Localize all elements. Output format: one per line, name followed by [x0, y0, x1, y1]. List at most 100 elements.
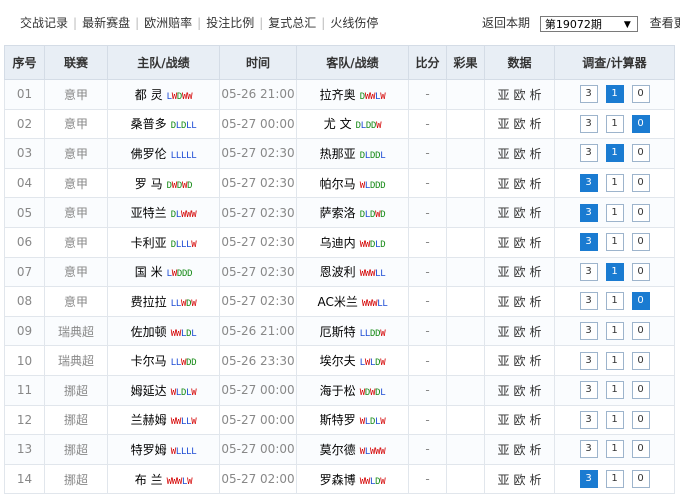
asian-odds-link[interactable]: 亚 — [497, 473, 509, 487]
analysis-link[interactable]: 析 — [530, 206, 542, 220]
away-team-name[interactable]: 埃尔夫 — [320, 354, 356, 368]
asian-odds-link[interactable]: 亚 — [497, 265, 509, 279]
pick-draw-button[interactable]: 1 — [605, 114, 624, 133]
home-team-name[interactable]: 姆延达 — [131, 384, 167, 398]
pick-win-button[interactable]: 3 — [579, 410, 598, 429]
pick-loss-button[interactable]: 0 — [631, 114, 650, 133]
away-team-name[interactable]: 尤 文 — [324, 117, 352, 131]
euro-odds-link[interactable]: 欧 — [513, 117, 525, 131]
away-team-name[interactable]: 帕尔马 — [320, 177, 356, 191]
away-team-name[interactable]: 海于松 — [320, 384, 356, 398]
pick-draw-button[interactable]: 1 — [605, 440, 624, 459]
pick-draw-button[interactable]: 1 — [605, 351, 624, 370]
away-team-name[interactable]: 莫尔德 — [320, 443, 356, 457]
pick-draw-button[interactable]: 1 — [605, 470, 624, 489]
away-team-name[interactable]: 厄斯特 — [320, 325, 356, 339]
pick-draw-button[interactable]: 1 — [605, 203, 624, 222]
period-select[interactable]: 第19072期 ▼ — [539, 15, 638, 32]
away-team-name[interactable]: 萨索洛 — [320, 206, 356, 220]
euro-odds-link[interactable]: 欧 — [513, 473, 525, 487]
home-team-name[interactable]: 亚特兰 — [131, 206, 167, 220]
pick-loss-button[interactable]: 0 — [631, 174, 650, 193]
euro-odds-link[interactable]: 欧 — [513, 325, 525, 339]
asian-odds-link[interactable]: 亚 — [497, 354, 509, 368]
analysis-link[interactable]: 析 — [530, 236, 542, 250]
euro-odds-link[interactable]: 欧 — [513, 384, 525, 398]
pick-win-button[interactable]: 3 — [579, 322, 598, 341]
pick-draw-button[interactable]: 1 — [605, 410, 624, 429]
home-team-name[interactable]: 佛罗伦 — [131, 147, 167, 161]
euro-odds-link[interactable]: 欧 — [513, 443, 525, 457]
pick-draw-button[interactable]: 1 — [605, 262, 624, 281]
pick-loss-button[interactable]: 0 — [631, 351, 650, 370]
euro-odds-link[interactable]: 欧 — [513, 265, 525, 279]
euro-odds-link[interactable]: 欧 — [513, 147, 525, 161]
euro-odds-link[interactable]: 欧 — [513, 413, 525, 427]
euro-odds-link[interactable]: 欧 — [513, 177, 525, 191]
pick-loss-button[interactable]: 0 — [631, 85, 650, 104]
analysis-link[interactable]: 析 — [530, 147, 542, 161]
pick-draw-button[interactable]: 1 — [605, 322, 624, 341]
pick-loss-button[interactable]: 0 — [631, 292, 650, 311]
euro-odds-link[interactable]: 欧 — [513, 88, 525, 102]
euro-odds-link[interactable]: 欧 — [513, 295, 525, 309]
pick-draw-button[interactable]: 1 — [605, 381, 624, 400]
pick-win-button[interactable]: 3 — [579, 351, 598, 370]
home-team-name[interactable]: 佐加顿 — [131, 325, 167, 339]
nav-link-history[interactable]: 交战记录 — [20, 16, 68, 30]
analysis-link[interactable]: 析 — [530, 265, 542, 279]
home-team-name[interactable]: 卡尔马 — [131, 354, 167, 368]
analysis-link[interactable]: 析 — [530, 117, 542, 131]
away-team-name[interactable]: 斯特罗 — [320, 413, 356, 427]
pick-win-button[interactable]: 3 — [579, 144, 598, 163]
analysis-link[interactable]: 析 — [530, 295, 542, 309]
euro-odds-link[interactable]: 欧 — [513, 236, 525, 250]
pick-win-button[interactable]: 3 — [579, 440, 598, 459]
nav-link-bet-ratio[interactable]: 投注比例 — [206, 16, 254, 30]
pick-win-button[interactable]: 3 — [579, 233, 598, 252]
pick-loss-button[interactable]: 0 — [631, 322, 650, 341]
pick-draw-button[interactable]: 1 — [605, 292, 624, 311]
asian-odds-link[interactable]: 亚 — [497, 88, 509, 102]
home-team-name[interactable]: 兰赫姆 — [131, 413, 167, 427]
away-team-name[interactable]: 罗森博 — [320, 473, 356, 487]
nav-link-euro-odds[interactable]: 欧洲赔率 — [144, 16, 192, 30]
pick-loss-button[interactable]: 0 — [631, 381, 650, 400]
pick-win-button[interactable]: 3 — [579, 114, 598, 133]
pick-win-button[interactable]: 3 — [579, 381, 598, 400]
home-team-name[interactable]: 特罗姆 — [131, 443, 167, 457]
euro-odds-link[interactable]: 欧 — [513, 206, 525, 220]
away-team-name[interactable]: 乌迪内 — [320, 236, 356, 250]
pick-loss-button[interactable]: 0 — [631, 440, 650, 459]
pick-loss-button[interactable]: 0 — [631, 262, 650, 281]
asian-odds-link[interactable]: 亚 — [497, 384, 509, 398]
pick-win-button[interactable]: 3 — [579, 174, 598, 193]
pick-loss-button[interactable]: 0 — [631, 233, 650, 252]
pick-loss-button[interactable]: 0 — [631, 144, 650, 163]
nav-link-summary[interactable]: 复式总汇 — [268, 16, 316, 30]
pick-draw-button[interactable]: 1 — [605, 144, 624, 163]
analysis-link[interactable]: 析 — [530, 443, 542, 457]
asian-odds-link[interactable]: 亚 — [497, 295, 509, 309]
asian-odds-link[interactable]: 亚 — [497, 325, 509, 339]
home-team-name[interactable]: 罗 马 — [135, 177, 163, 191]
home-team-name[interactable]: 桑普多 — [131, 117, 167, 131]
analysis-link[interactable]: 析 — [530, 354, 542, 368]
pick-loss-button[interactable]: 0 — [631, 203, 650, 222]
nav-link-injuries[interactable]: 火线伤停 — [330, 16, 378, 30]
pick-draw-button[interactable]: 1 — [605, 174, 624, 193]
away-team-name[interactable]: 恩波利 — [320, 265, 356, 279]
away-team-name[interactable]: 拉齐奥 — [320, 88, 356, 102]
home-team-name[interactable]: 布 兰 — [135, 473, 163, 487]
home-team-name[interactable]: 都 灵 — [135, 88, 163, 102]
pick-win-button[interactable]: 3 — [579, 292, 598, 311]
asian-odds-link[interactable]: 亚 — [497, 236, 509, 250]
away-team-name[interactable]: AC米兰 — [317, 295, 357, 309]
pick-loss-button[interactable]: 0 — [631, 470, 650, 489]
away-team-name[interactable]: 热那亚 — [320, 147, 356, 161]
analysis-link[interactable]: 析 — [530, 88, 542, 102]
pick-loss-button[interactable]: 0 — [631, 410, 650, 429]
pick-win-button[interactable]: 3 — [579, 85, 598, 104]
asian-odds-link[interactable]: 亚 — [497, 206, 509, 220]
analysis-link[interactable]: 析 — [530, 384, 542, 398]
